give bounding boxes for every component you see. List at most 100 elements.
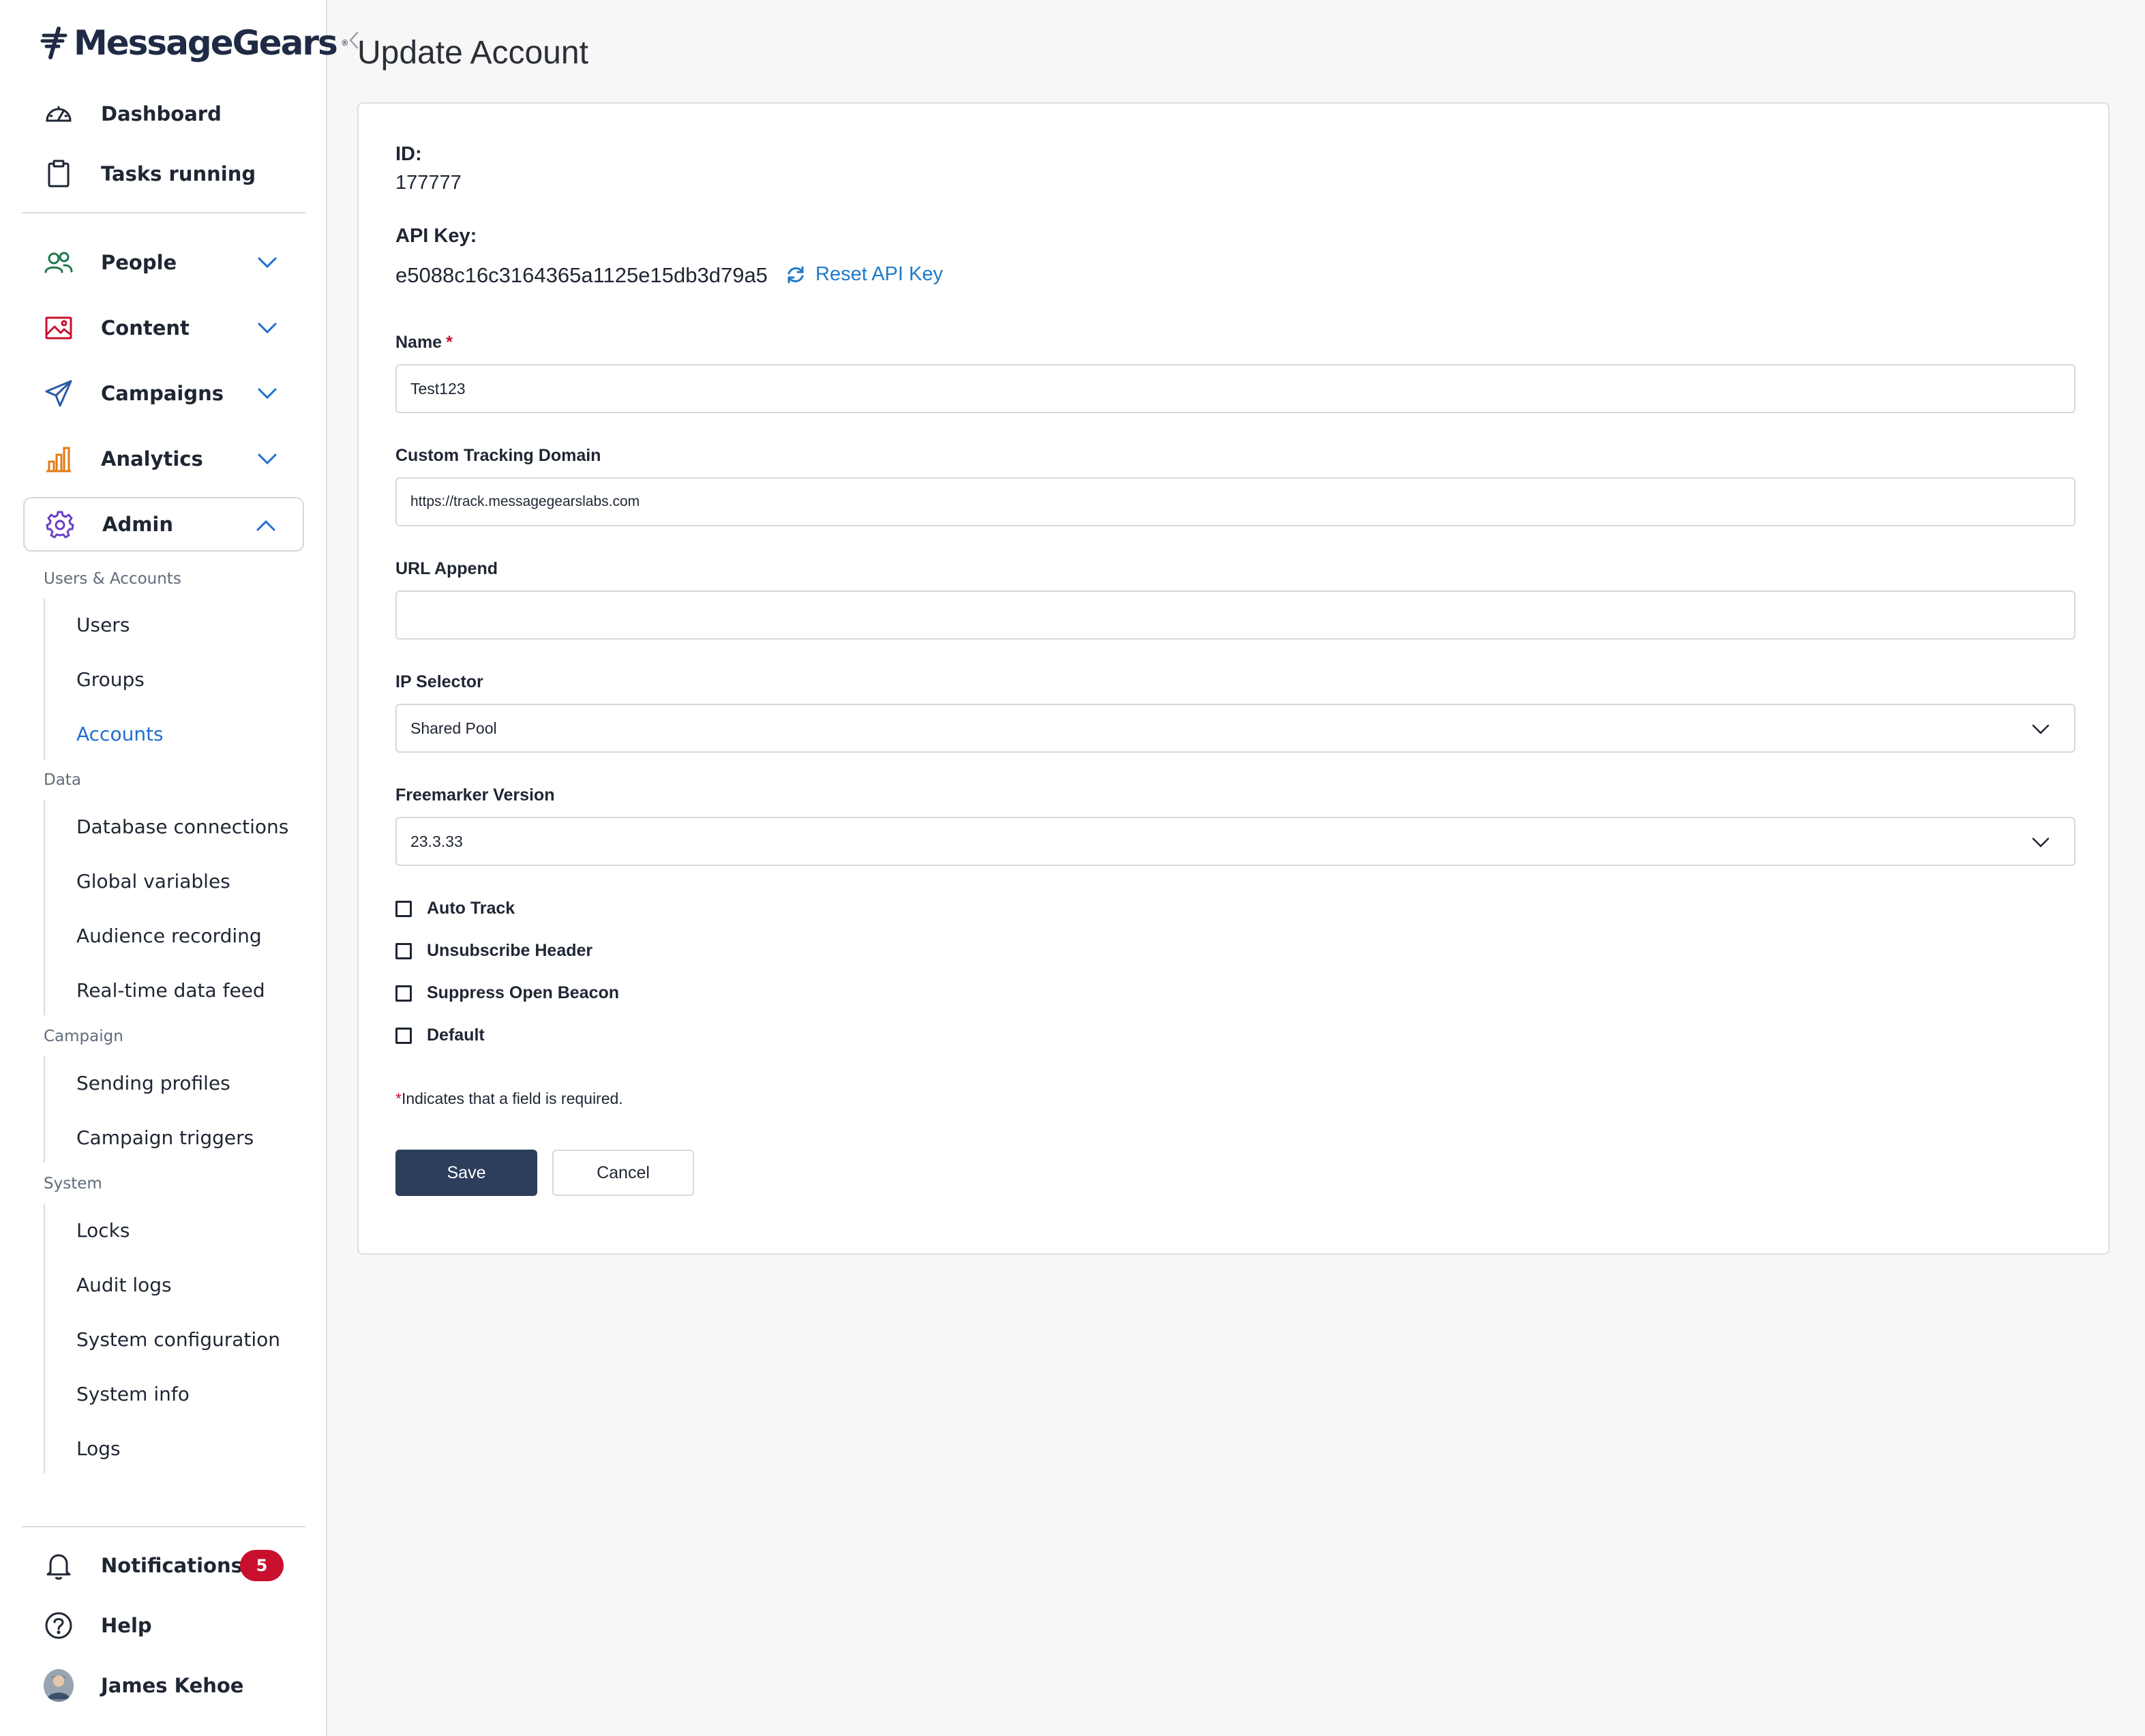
sidebar-item-audience-recording[interactable]: Audience recording [76, 925, 262, 947]
nav-user-profile[interactable]: James Kehoe [23, 1658, 304, 1713]
section-system: System [44, 1175, 102, 1193]
section-campaign: Campaign [44, 1028, 123, 1045]
api-key-label: API Key: [395, 225, 477, 247]
notifications-count-badge: 5 [240, 1550, 284, 1581]
refresh-icon [787, 266, 804, 283]
sidebar-item-logs[interactable]: Logs [76, 1437, 121, 1460]
ip-selector-label: IP Selector [395, 672, 483, 691]
nav-help-label: Help [101, 1614, 152, 1637]
nav-dashboard-label: Dashboard [101, 102, 222, 125]
paper-plane-icon [44, 378, 74, 408]
custom-tracking-domain-input[interactable]: https://track.messagegearslabs.com [395, 477, 2075, 526]
suppress-open-beacon-checkbox-row[interactable]: Suppress Open Beacon [395, 983, 619, 1003]
nav-help[interactable]: Help [23, 1598, 304, 1653]
sidebar: MessageGears ® Dashboard Tasks running P… [0, 0, 349, 1736]
nav-analytics-label: Analytics [101, 447, 203, 470]
nav-people-label: People [101, 251, 177, 274]
sidebar-item-sending-profiles[interactable]: Sending profiles [76, 1072, 230, 1094]
nav-people[interactable]: People [23, 235, 304, 290]
name-input[interactable]: Test123 [395, 364, 2075, 413]
custom-tracking-domain-label: Custom Tracking Domain [395, 446, 601, 465]
logo-trademark: ® [340, 38, 349, 48]
logo-text: MessageGears [74, 23, 338, 63]
id-value: 177777 [395, 172, 462, 194]
sidebar-item-campaign-triggers[interactable]: Campaign triggers [76, 1126, 254, 1149]
chevron-down-icon [2032, 724, 2050, 734]
nav-campaigns[interactable]: Campaigns [23, 366, 304, 421]
sidebar-item-system-info[interactable]: System info [76, 1383, 190, 1405]
sidebar-item-locks[interactable]: Locks [76, 1219, 130, 1242]
nav-tasks-running[interactable]: Tasks running [23, 147, 304, 201]
avatar [44, 1669, 74, 1702]
submenu-rail [44, 599, 45, 760]
sidebar-divider [22, 212, 305, 213]
required-field-note: *Indicates that a field is required. [395, 1090, 623, 1107]
logo-mark-icon [40, 27, 68, 59]
chevron-down-icon[interactable] [255, 381, 280, 406]
nav-admin-label: Admin [102, 513, 174, 536]
chevron-down-icon[interactable] [255, 447, 280, 471]
sidebar-item-global-variables[interactable]: Global variables [76, 870, 230, 893]
auto-track-checkbox[interactable] [395, 900, 412, 917]
clipboard-icon [44, 159, 74, 189]
sidebar-item-system-configuration[interactable]: System configuration [76, 1328, 280, 1351]
submenu-rail [44, 1056, 45, 1163]
required-asterisk: * [446, 333, 453, 352]
nav-admin[interactable]: Admin [23, 497, 304, 552]
messagegears-logo[interactable]: MessageGears ® [38, 23, 349, 63]
nav-content[interactable]: Content [23, 301, 304, 355]
chevron-down-icon[interactable] [255, 250, 280, 275]
sidebar-item-realtime-data-feed[interactable]: Real-time data feed [76, 979, 265, 1002]
nav-analytics[interactable]: Analytics [23, 432, 304, 486]
default-label: Default [427, 1026, 485, 1045]
save-button[interactable]: Save [395, 1150, 537, 1196]
freemarker-version-label: Freemarker Version [395, 785, 555, 805]
auto-track-label: Auto Track [427, 899, 515, 918]
sidebar-item-accounts[interactable]: Accounts [76, 723, 164, 745]
section-data: Data [44, 771, 81, 789]
reset-api-key-button[interactable]: Reset API Key [785, 263, 943, 286]
submenu-rail [44, 800, 45, 1015]
sidebar-item-users[interactable]: Users [76, 614, 130, 636]
image-icon [44, 313, 74, 343]
submenu-rail [44, 1203, 45, 1473]
help-circle-icon [44, 1611, 74, 1641]
url-append-input[interactable] [395, 590, 2075, 640]
sidebar-divider [22, 1526, 305, 1527]
default-checkbox[interactable] [395, 1027, 412, 1044]
unsubscribe-header-checkbox[interactable] [395, 942, 412, 959]
chevron-down-icon[interactable] [255, 316, 280, 340]
page-title: Update Account [357, 35, 588, 71]
nav-notifications[interactable]: Notifications 5 [23, 1538, 304, 1593]
nav-content-label: Content [101, 316, 190, 340]
default-checkbox-row[interactable]: Default [395, 1026, 485, 1045]
unsubscribe-header-checkbox-row[interactable]: Unsubscribe Header [395, 941, 592, 961]
nav-user-name: James Kehoe [101, 1674, 244, 1697]
ip-selector-select[interactable]: Shared Pool [395, 704, 2075, 753]
sidebar-item-audit-logs[interactable]: Audit logs [76, 1274, 172, 1296]
sidebar-item-database-connections[interactable]: Database connections [76, 815, 288, 838]
sidebar-item-groups[interactable]: Groups [76, 668, 145, 691]
suppress-open-beacon-label: Suppress Open Beacon [427, 983, 620, 1002]
api-key-value: e5088c16c3164365a1125e15db3d79a5 [395, 263, 768, 287]
account-form-card: ID: 177777 API Key: e5088c16c3164365a112… [357, 102, 2110, 1255]
people-icon [44, 248, 74, 278]
nav-campaigns-label: Campaigns [101, 382, 224, 405]
nav-dashboard[interactable]: Dashboard [23, 87, 304, 141]
nav-notifications-label: Notifications [101, 1554, 243, 1577]
url-append-label: URL Append [395, 559, 498, 578]
cancel-button[interactable]: Cancel [552, 1150, 694, 1196]
gear-icon [45, 509, 75, 539]
bell-icon [44, 1551, 74, 1581]
reset-api-key-label: Reset API Key [815, 263, 943, 285]
chevron-down-icon [2032, 837, 2050, 848]
id-label: ID: [395, 143, 422, 165]
chevron-up-icon[interactable] [254, 513, 278, 538]
name-label: Name * [395, 333, 453, 352]
suppress-open-beacon-checkbox[interactable] [395, 985, 412, 1002]
unsubscribe-header-label: Unsubscribe Header [427, 941, 593, 960]
freemarker-version-select[interactable]: 23.3.33 [395, 817, 2075, 866]
auto-track-checkbox-row[interactable]: Auto Track [395, 899, 515, 918]
gauge-icon [44, 99, 74, 129]
required-asterisk: * [395, 1090, 402, 1107]
